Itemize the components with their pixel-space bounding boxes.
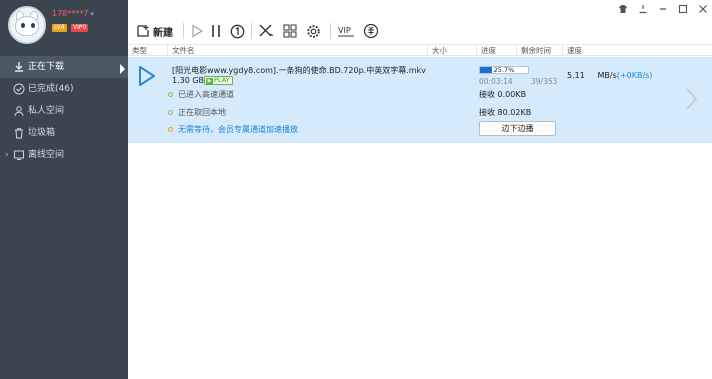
download-icon — [15, 62, 23, 72]
check-circle-icon — [13, 83, 25, 95]
sidebar-item-label: 私人空间 — [28, 106, 65, 116]
user-icon — [14, 106, 24, 117]
progress-percent: 25.7% — [493, 66, 515, 74]
toolbar-divider — [251, 23, 252, 39]
delete-icon — [259, 24, 274, 37]
speed-unit: MB/s — [597, 71, 617, 80]
pause-button[interactable] — [210, 21, 222, 41]
progress-bar: 25.7% — [479, 66, 529, 74]
chevron-right-icon[interactable] — [684, 87, 698, 111]
level-badge: LV4 — [52, 24, 67, 32]
retrieve-local-status: 正在取回本地 — [168, 107, 226, 118]
column-header-progress[interactable]: 进度 — [477, 45, 517, 56]
pause-icon — [212, 25, 220, 37]
play-badge-label: PLAY — [214, 76, 230, 84]
username-text: 178****7 — [52, 9, 89, 18]
delete-button[interactable] — [258, 21, 274, 41]
task-size: 1.30 GB — [172, 76, 205, 85]
toolbar: 新建 VIP — [128, 18, 712, 44]
window-controls — [618, 2, 708, 16]
elapsed-time: 00:03:14 — [479, 77, 513, 86]
new-task-button[interactable]: 新建 — [136, 21, 173, 41]
avatar[interactable] — [8, 6, 46, 44]
download-speed: 5.11 MB/s(+0KB/s) — [567, 71, 652, 80]
task-list-header: 类型 文件名 大小 进度 剩余时间 速度 — [128, 44, 712, 56]
status-dot-icon — [168, 127, 173, 132]
chevron-down-icon: ▾ — [90, 10, 94, 18]
sidebar-item-offline-space[interactable]: › 离线空间 — [0, 144, 128, 166]
vip-accelerate-text: 无需等待，会员专属通道加速播放 — [178, 125, 298, 134]
column-header-size[interactable]: 大小 — [428, 45, 477, 56]
status-dot-icon — [168, 110, 173, 115]
avatar-eye-right — [31, 23, 35, 28]
column-header-type[interactable]: 类型 — [128, 45, 168, 56]
new-task-icon — [137, 25, 149, 37]
toolbar-divider — [330, 23, 331, 39]
retrieve-local-text: 正在取回本地 — [178, 108, 226, 117]
vip-button[interactable]: VIP — [337, 21, 355, 41]
sidebar-item-label: 正在下载 — [28, 62, 65, 72]
menu-icon[interactable] — [658, 4, 668, 14]
skin-icon[interactable] — [618, 4, 628, 14]
high-speed-channel-status: 已进入高速通道 — [168, 89, 234, 100]
task-filename: [阳光电影www.ygdy8.com].一条狗的使命.BD.720p.中英双字幕… — [172, 66, 426, 75]
username[interactable]: 178****7 ▾ — [52, 9, 94, 18]
vip-accelerate-link[interactable]: 无需等待，会员专属通道加速播放 — [168, 124, 298, 135]
vip-icon: VIP — [338, 26, 354, 37]
grid-view-button[interactable] — [283, 21, 297, 41]
speed-value: 5.11 — [567, 71, 585, 80]
column-header-filename[interactable]: 文件名 — [168, 45, 428, 56]
sidebar-item-private-space[interactable]: 私人空间 — [0, 100, 128, 122]
avatar-face — [15, 16, 39, 36]
limit-speed-button[interactable] — [230, 21, 245, 41]
sidebar-item-label: 离线空间 — [28, 150, 65, 160]
high-speed-received: 接收 0.00KB — [479, 90, 527, 99]
sidebar-nav: 正在下载 已完成(46) 私人空间 垃圾箱 › 离线空间 — [0, 56, 128, 166]
offline-icon — [14, 150, 24, 160]
start-icon — [192, 24, 204, 38]
sidebar-item-label: 垃圾箱 — [28, 128, 56, 138]
maximize-icon[interactable] — [678, 4, 688, 14]
sidebar-item-downloading[interactable]: 正在下载 — [0, 56, 128, 78]
retrieve-received: 接收 80.02KB — [479, 108, 532, 117]
thunder-download-window: 178****7 ▾ LV4 VIP0 正在下载 已完成(46) 私人空间 垃圾箱… — [0, 0, 712, 379]
sidebar-item-trash[interactable]: 垃圾箱 — [0, 122, 128, 144]
grid-icon — [283, 24, 297, 38]
play-icon: ▶ — [206, 78, 213, 85]
settings-icon — [307, 24, 320, 38]
high-speed-channel-text: 已进入高速通道 — [178, 90, 234, 99]
active-pointer — [120, 64, 125, 74]
gift-button[interactable] — [363, 21, 379, 41]
vip-badge: VIP0 — [71, 24, 89, 32]
stream-while-downloading-button[interactable]: 边下边播 — [479, 121, 556, 136]
new-task-label: 新建 — [153, 27, 173, 39]
trash-icon — [15, 128, 23, 139]
status-dot-icon — [168, 92, 173, 97]
download-task-row[interactable]: [阳光电影www.ygdy8.com].一条狗的使命.BD.720p.中英双字幕… — [128, 57, 712, 143]
play-video-icon[interactable] — [138, 65, 156, 87]
svg-text:VIP: VIP — [338, 26, 351, 35]
sidebar-item-label: 已完成(46) — [28, 84, 74, 94]
limit-speed-icon — [230, 24, 245, 38]
start-button[interactable] — [190, 21, 204, 41]
play-badge[interactable]: ▶ PLAY — [204, 76, 233, 85]
sidebar-item-completed[interactable]: 已完成(46) — [0, 78, 128, 100]
sidebar: 178****7 ▾ LV4 VIP0 正在下载 已完成(46) 私人空间 垃圾箱… — [0, 0, 128, 379]
settings-button[interactable] — [306, 21, 321, 41]
avatar-eye-left — [21, 23, 25, 28]
column-header-remaining-time[interactable]: 剩余时间 — [517, 45, 563, 56]
column-header-speed[interactable]: 速度 — [563, 45, 712, 56]
toolbar-divider — [183, 23, 184, 39]
close-icon[interactable] — [698, 4, 708, 14]
gift-icon — [363, 23, 379, 39]
minimize-icon[interactable] — [638, 4, 648, 14]
speed-bonus: (+0KB/s) — [616, 71, 653, 80]
chevron-right-icon[interactable]: › — [5, 144, 9, 166]
pieces-count: 39/353 — [531, 77, 558, 86]
